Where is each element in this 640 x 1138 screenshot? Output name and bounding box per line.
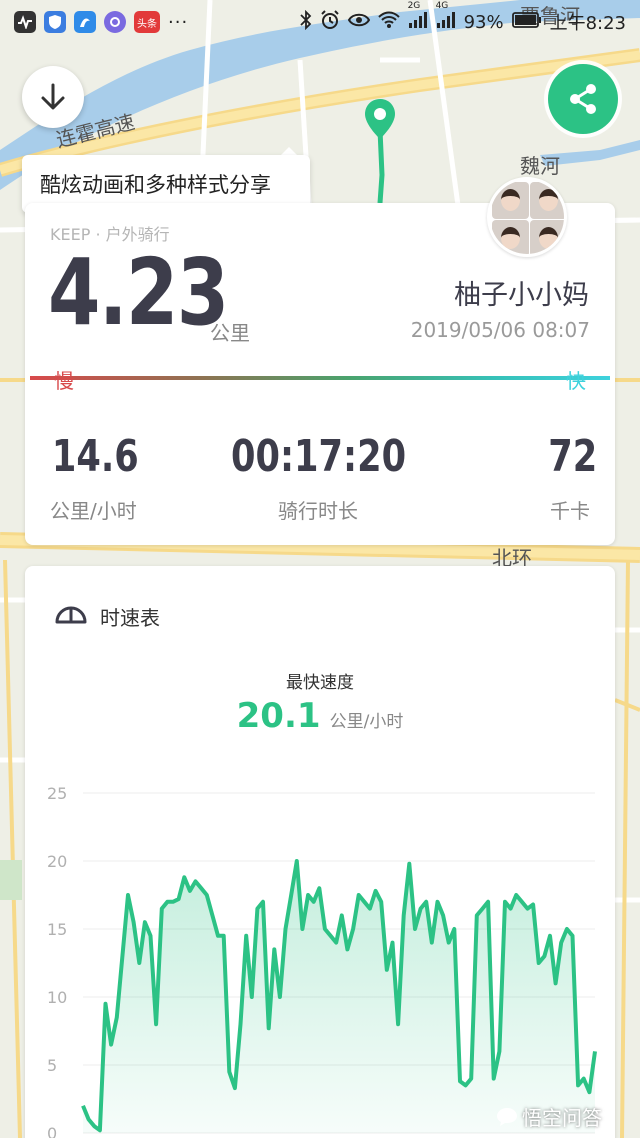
ride-datetime: 2019/05/06 08:07 [410, 318, 590, 342]
distance-unit: 公里 [210, 321, 250, 345]
toutiao-icon: 头条 [134, 11, 160, 33]
share-button[interactable] [548, 64, 618, 134]
map-label-weihe: 魏河 [520, 154, 560, 178]
distance-value: 4.23 [48, 239, 229, 346]
battery-level: 93% [463, 11, 504, 33]
user-name: 柚子小小妈 [454, 280, 589, 311]
bluetooth-icon [299, 9, 312, 35]
battery-icon [511, 11, 542, 33]
swan-icon [74, 11, 96, 33]
avatar[interactable] [487, 177, 567, 257]
y-tick-label: 20 [47, 852, 67, 871]
signal-2g-icon: 2G [408, 1, 428, 34]
clock: 上午8:23 [549, 13, 626, 34]
wifi-icon [377, 11, 400, 34]
calories-label: 千卡 [550, 499, 590, 523]
arrow-down-icon [41, 83, 65, 110]
eye-icon [347, 12, 370, 33]
activity-icon [14, 11, 36, 33]
network-label-2: 4G [435, 0, 449, 11]
signal-4g-icon: 4G [436, 1, 456, 34]
chat-bubble-icon [497, 1107, 517, 1126]
speed-chart-card: 时速表 最快速度 20.1 公里/小时 25 20 15 10 5 0 [25, 566, 615, 1138]
watermark-text: 悟空问答 [522, 1106, 602, 1130]
alarm-icon [320, 9, 340, 35]
y-tick-label: 10 [47, 988, 67, 1007]
calories-value: 72 [548, 431, 597, 482]
duration-value: 00:17:20 [231, 431, 407, 482]
location-pin-icon [365, 99, 395, 139]
watermark: 悟空问答 [496, 1102, 602, 1131]
duration-label: 骑行时长 [278, 499, 358, 523]
fast-label: 快 [566, 369, 586, 393]
y-tick-label: 0 [47, 1124, 57, 1138]
y-tick-label: 15 [47, 920, 67, 939]
download-button[interactable] [22, 66, 84, 128]
avg-speed-value: 14.6 [51, 431, 139, 482]
browser-icon [104, 11, 126, 33]
shield-icon [44, 11, 66, 33]
slow-label: 慢 [54, 369, 74, 393]
avg-speed-label: 公里/小时 [50, 499, 137, 523]
y-tick-label: 5 [47, 1056, 57, 1075]
more-notifications-icon: ··· [168, 11, 189, 33]
status-bar: 头条 ··· 2G 4G 93% 上午8:23 [0, 0, 640, 44]
ride-summary-card: KEEP · 户外骑行 4.23 公里 柚子小小妈 2019/05/06 08:… [25, 177, 615, 545]
speed-gradient-bar [30, 376, 610, 380]
speed-area [83, 861, 595, 1133]
network-label-1: 2G [407, 0, 421, 11]
share-icon [570, 84, 596, 114]
speed-chart: 25 20 15 10 5 0 [47, 784, 597, 1138]
y-tick-label: 25 [47, 784, 67, 803]
